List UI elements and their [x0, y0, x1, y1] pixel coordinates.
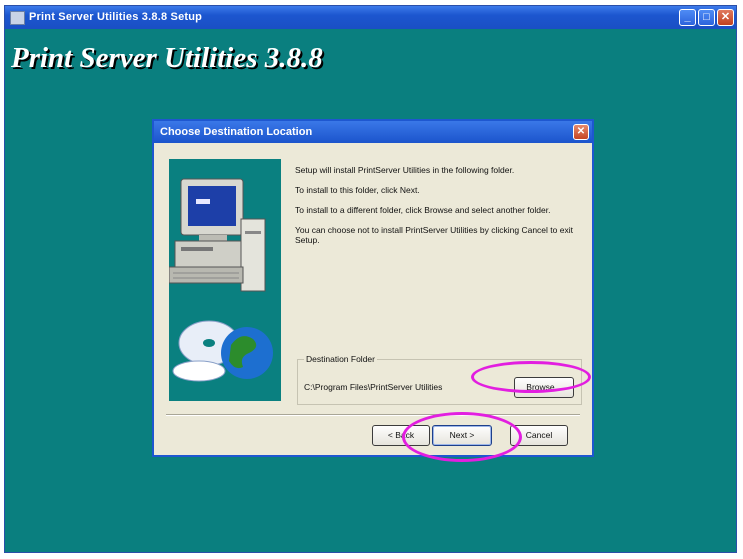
- destination-path: C:\Program Files\PrintServer Utilities: [304, 382, 443, 392]
- dialog-titlebar[interactable]: Choose Destination Location ✕: [154, 121, 592, 143]
- dialog-close-button[interactable]: ✕: [573, 124, 589, 140]
- window-title: Print Server Utilities 3.8.8 Setup: [29, 11, 203, 23]
- setup-window: Print Server Utilities 3.8.8 Setup _ □ ✕…: [4, 5, 737, 553]
- maximize-button[interactable]: □: [698, 9, 715, 26]
- destination-folder-legend: Destination Folder: [304, 354, 377, 364]
- cd-globe-icon: [172, 320, 273, 382]
- button-separator: [166, 414, 580, 416]
- close-button[interactable]: ✕: [717, 9, 734, 26]
- instruction-paragraph: To install to a different folder, click …: [295, 205, 551, 215]
- destination-dialog: Choose Destination Location ✕ Setup will…: [152, 119, 594, 457]
- instruction-paragraph: To install to this folder, click Next.: [295, 185, 420, 195]
- banner-title: Print Server Utilities 3.8.8: [11, 42, 323, 74]
- app-icon: [10, 11, 25, 25]
- setup-illustration: [169, 159, 281, 401]
- window-titlebar[interactable]: Print Server Utilities 3.8.8 Setup _ □ ✕: [5, 6, 736, 29]
- browse-highlight-ring: [471, 361, 591, 393]
- dialog-title: Choose Destination Location: [160, 126, 313, 138]
- minimize-button[interactable]: _: [679, 9, 696, 26]
- instruction-paragraph: Setup will install PrintServer Utilities…: [295, 165, 515, 175]
- instruction-paragraph: You can choose not to install PrintServe…: [295, 225, 573, 245]
- instructions-text: Setup will install PrintServer Utilities…: [295, 165, 580, 255]
- next-highlight-ring: [402, 412, 522, 462]
